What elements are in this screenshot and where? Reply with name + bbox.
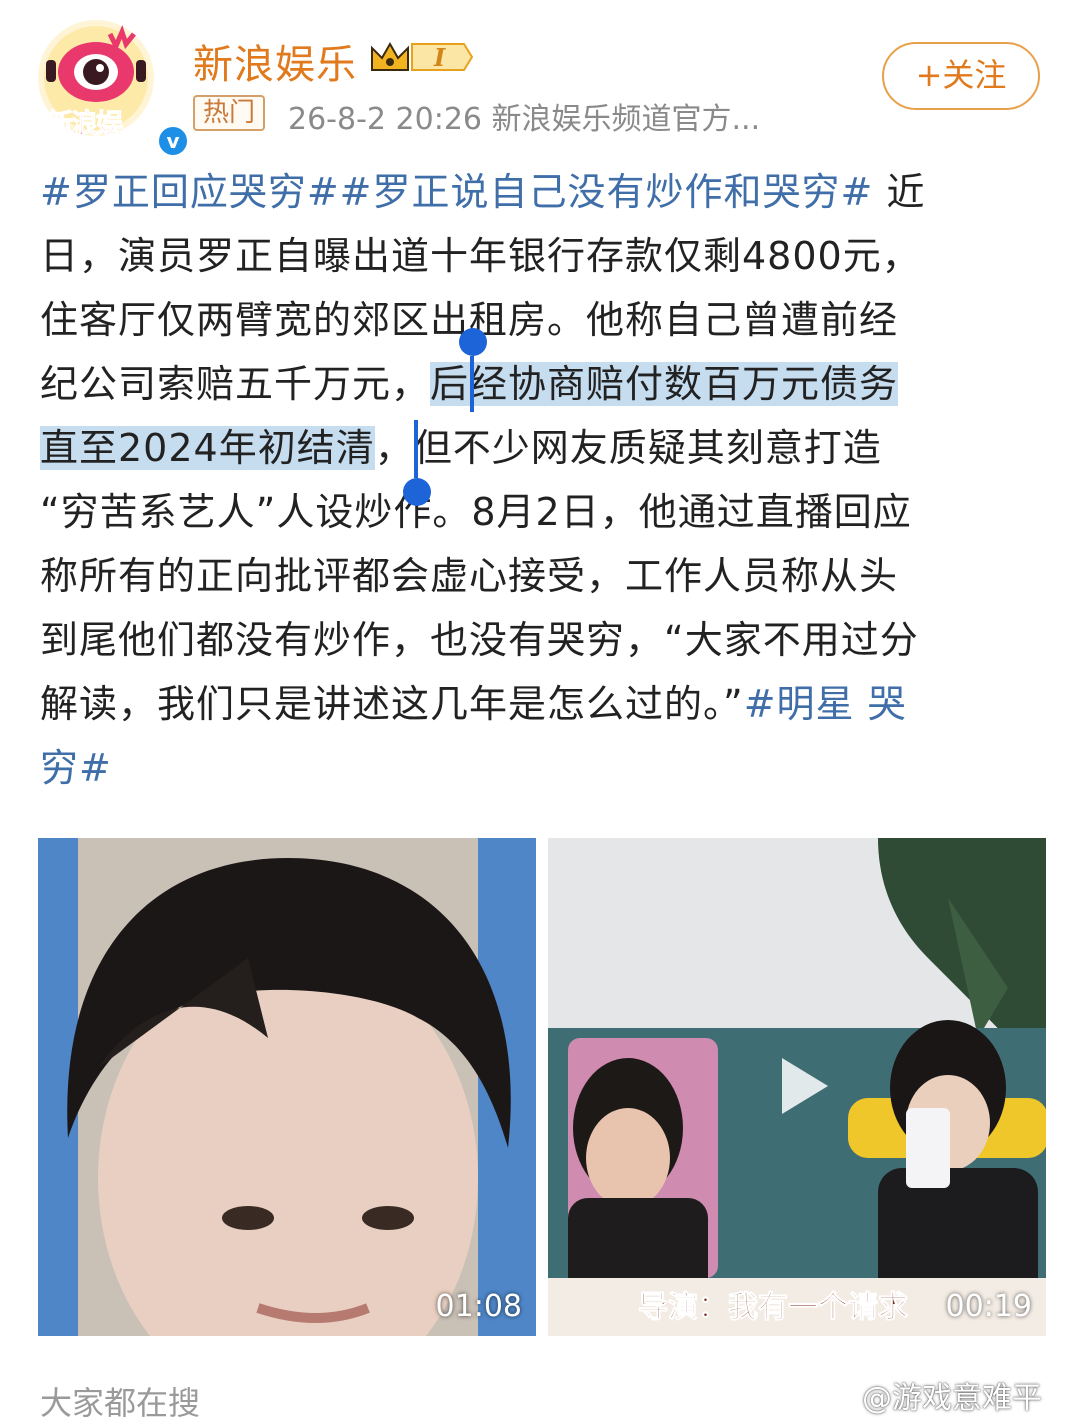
hot-tag: 热门 <box>193 95 266 131</box>
vip-crown-badge-icon: I <box>371 41 474 72</box>
post-text-line: “穷苦系艺人”人设炒作。8月2日，他通过直播回应 <box>40 480 1040 544</box>
selection-end-handle[interactable] <box>403 478 431 506</box>
video-thumbnail-1[interactable]: 01:08 <box>38 838 536 1336</box>
post-text-segment: “穷苦系艺人”人设炒作。8月2日，他通过直播回应 <box>40 490 912 534</box>
post-text-segment: 称所有的正向批评都会虚心接受，工作人员称从头 <box>40 554 899 598</box>
post-text-line: 称所有的正向批评都会虚心接受，工作人员称从头 <box>40 544 1040 608</box>
post-text-line: 住客厅仅两臂宽的郊区出租房。他称自己曾遭前经 <box>40 288 1040 352</box>
avatar[interactable]: 新浪娱 v <box>38 20 190 158</box>
selection-start-bar <box>470 356 474 412</box>
post-text-line: #罗正回应哭穷##罗正说自己没有炒作和哭穷# 近 <box>40 160 1040 224</box>
post-text-segment: 到尾他们都没有炒作，也没有哭穷，“大家不用过分 <box>40 618 919 662</box>
video-thumbnail-1-image <box>38 838 536 1336</box>
selected-text: 直至2024年初结清 <box>40 426 375 470</box>
account-name[interactable]: 新浪娱乐 <box>193 32 357 90</box>
verified-badge-icon: v <box>156 124 190 158</box>
play-icon[interactable] <box>762 1048 838 1124</box>
hashtag-link[interactable]: #明星 哭 <box>744 682 907 726</box>
video-2-subtitle: 导演：我有一个请求 <box>638 1290 909 1326</box>
post-text-line: 解读，我们只是讲述这几年是怎么过的。”#明星 哭 <box>40 672 1040 736</box>
vip-level: I <box>433 43 446 72</box>
post-meta: 26-8-2 20:26 新浪娱乐频道官方... <box>288 102 761 137</box>
post-text-segment: 近 <box>873 170 926 214</box>
video-thumbnail-2[interactable]: 导演：我有一个请求 00:19 <box>548 838 1046 1336</box>
hashtag-link[interactable]: 穷# <box>40 746 112 790</box>
post-text-line: 直至2024年初结清，但不少网友质疑其刻意打造 <box>40 416 1040 480</box>
post-text-segment: 日，演员罗正自曝出道十年银行存款仅剩4800元， <box>40 234 921 278</box>
hashtag-link[interactable]: #罗正回应哭穷##罗正说自己没有炒作和哭穷# <box>40 170 873 214</box>
selected-text: 后经协商赔付数百万元债务 <box>430 362 899 406</box>
post-body-text[interactable]: #罗正回应哭穷##罗正说自己没有炒作和哭穷# 近日，演员罗正自曝出道十年银行存款… <box>40 160 1040 800</box>
post-text-line: 纪公司索赔五千万元，后经协商赔付数百万元债务 <box>40 352 1040 416</box>
watermark: @游戏意难平 <box>862 1381 1042 1416</box>
post-text-line: 穷# <box>40 736 1040 800</box>
selection-start-handle[interactable] <box>459 328 487 356</box>
video-2-duration: 00:19 <box>945 1289 1032 1324</box>
video-1-duration: 01:08 <box>435 1289 522 1324</box>
post-text-segment: ，但不少网友质疑其刻意打造 <box>374 426 882 470</box>
post-text-segment: 解读，我们只是讲述这几年是怎么过的。” <box>40 682 744 726</box>
post-text-line: 到尾他们都没有炒作，也没有哭穷，“大家不用过分 <box>40 608 1040 672</box>
post-text-line: 日，演员罗正自曝出道十年银行存款仅剩4800元， <box>40 224 1040 288</box>
selection-end-bar <box>414 420 418 478</box>
trending-search-label[interactable]: 大家都在搜 <box>40 1378 200 1417</box>
follow-button[interactable]: +关注 <box>882 42 1040 110</box>
avatar-label: 新浪娱 <box>46 109 124 141</box>
post-text-segment: 纪公司索赔五千万元， <box>40 362 431 406</box>
weibo-post: 新浪娱 v 新浪娱乐 I 热门 26-8-2 20:26 新浪娱乐频道官方...… <box>0 0 1080 1417</box>
